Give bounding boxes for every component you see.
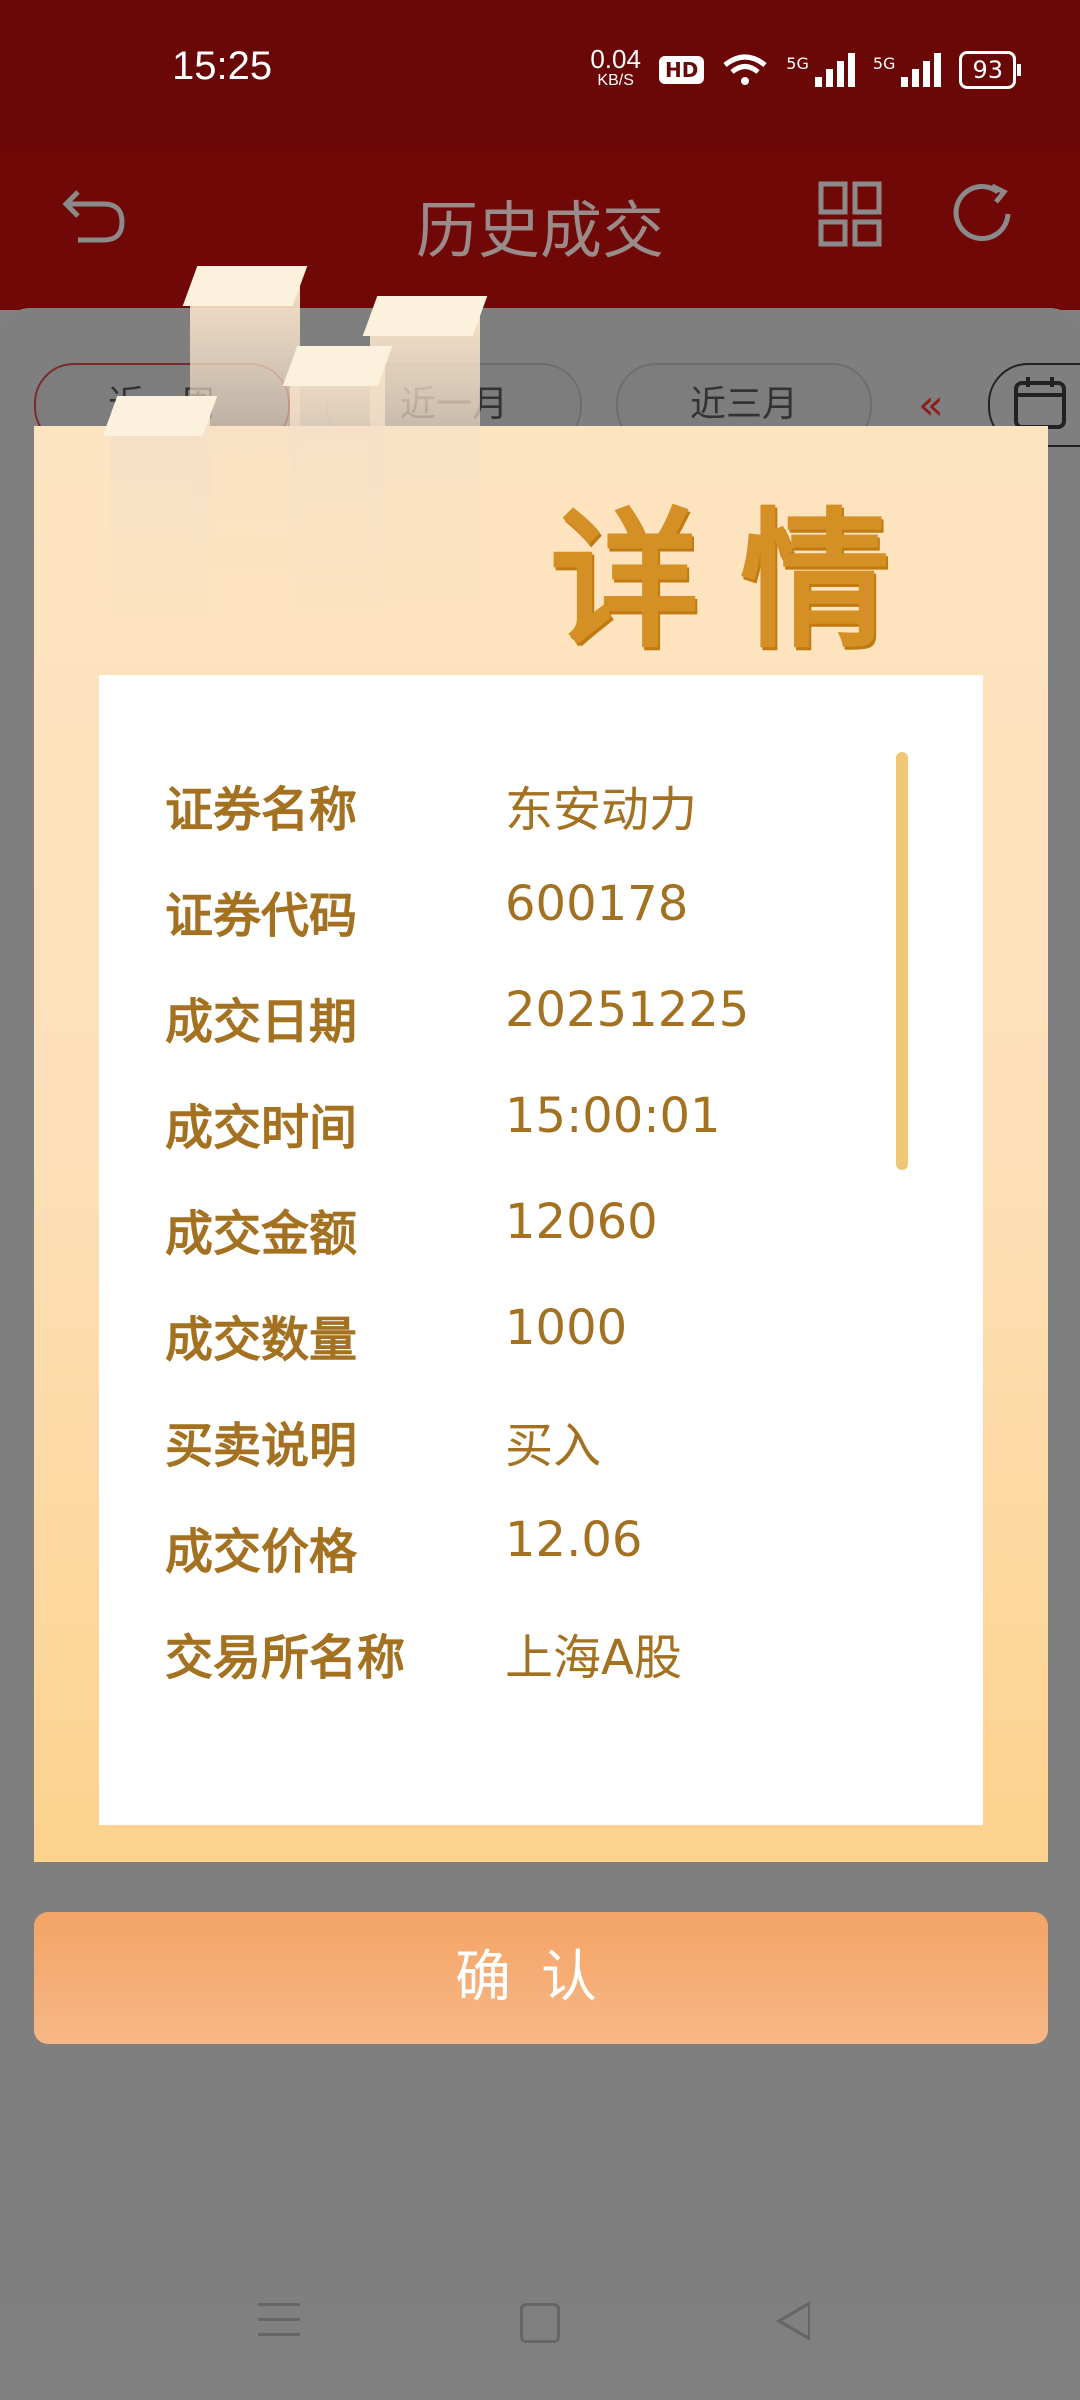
wifi-icon [723, 54, 767, 85]
detail-label: 成交日期 [165, 994, 358, 1050]
status-bar: 15:25 0.04 KB/S HD 5G 5G 93 [0, 0, 1080, 150]
chevron-left-icon[interactable]: « [918, 380, 944, 429]
detail-label: 证券名称 [165, 782, 358, 838]
modal-title: 详情 [549, 493, 930, 669]
home-icon[interactable] [520, 2303, 560, 2343]
detail-value: 东安动力 [505, 782, 698, 838]
signal-icon: 5G [873, 53, 942, 87]
detail-value: 上海A股 [505, 1630, 682, 1686]
detail-label: 成交时间 [165, 1100, 358, 1156]
status-icons: 0.04 KB/S HD 5G 5G 93 [590, 44, 1021, 92]
detail-label: 证券代码 [165, 888, 358, 944]
detail-value: 12060 [505, 1194, 658, 1250]
detail-value: 买入 [505, 1418, 602, 1474]
back-icon[interactable] [58, 178, 130, 250]
net-speed: 0.04 KB/S [590, 44, 641, 89]
detail-value: 12.06 [505, 1512, 643, 1568]
detail-label: 成交数量 [165, 1312, 358, 1368]
nav-back-icon[interactable] [776, 2301, 810, 2341]
decoration-blocks [100, 266, 500, 626]
menu-icon[interactable] [258, 2303, 300, 2339]
detail-label: 成交价格 [165, 1524, 358, 1580]
confirm-button[interactable]: 确认 [34, 1912, 1048, 2044]
detail-label: 成交金额 [165, 1206, 358, 1262]
hd-icon: HD [658, 56, 705, 84]
status-time: 15:25 [172, 44, 273, 88]
detail-value: 15:00:01 [505, 1088, 721, 1144]
refresh-icon[interactable] [948, 178, 1020, 250]
detail-value: 20251225 [505, 982, 750, 1038]
detail-value: 600178 [505, 876, 689, 932]
signal-icon: 5G [786, 53, 855, 87]
detail-value: 1000 [505, 1300, 628, 1356]
scrollbar-thumb[interactable] [896, 752, 908, 1170]
page-title: 历史成交 [415, 194, 664, 267]
detail-label: 买卖说明 [165, 1418, 358, 1474]
grid-icon[interactable] [815, 178, 887, 250]
detail-label: 交易所名称 [165, 1630, 406, 1686]
battery-icon: 93 [959, 51, 1021, 89]
